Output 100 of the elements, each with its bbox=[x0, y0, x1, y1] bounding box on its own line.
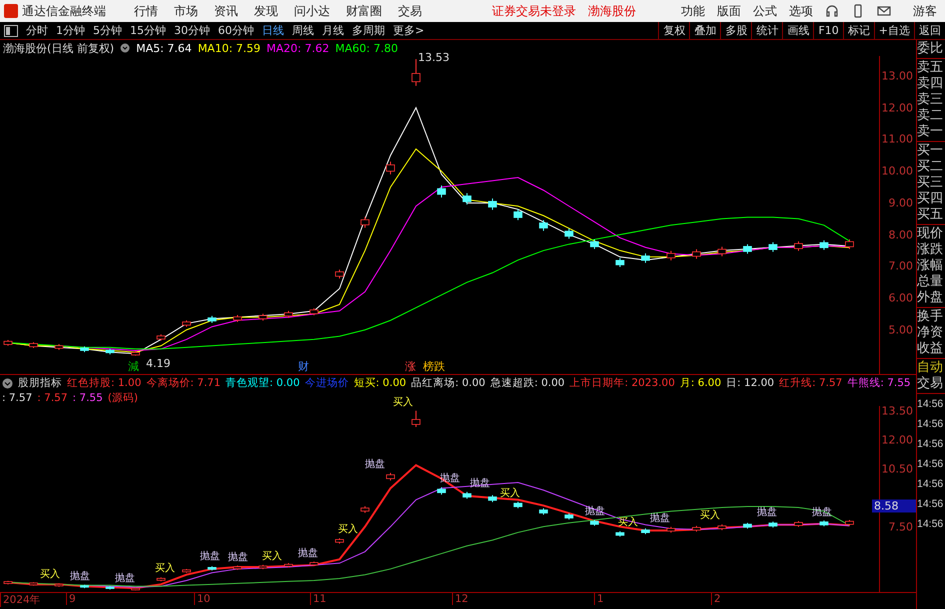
quote-field-label: 卖四 bbox=[917, 76, 944, 92]
sell-signal-label: 抛盘 bbox=[298, 548, 318, 559]
quote-field-label: 买三 bbox=[917, 175, 944, 191]
price-axis-label: 7.00 bbox=[888, 260, 913, 273]
toolbar-button[interactable]: 多股 bbox=[720, 22, 752, 40]
candle bbox=[182, 568, 191, 574]
price-axis-label: 13.00 bbox=[882, 69, 913, 82]
candle bbox=[488, 198, 497, 210]
candle bbox=[310, 561, 318, 566]
user-label[interactable]: 游客 bbox=[909, 2, 941, 20]
candle bbox=[335, 538, 344, 544]
date-axis-label: 2 bbox=[711, 593, 721, 605]
candle bbox=[29, 342, 38, 348]
panel-toggle-icon[interactable] bbox=[4, 24, 18, 36]
trade-time: 14:56 bbox=[917, 477, 944, 492]
period-tab[interactable]: 周线 bbox=[288, 23, 318, 38]
candle bbox=[4, 580, 12, 585]
event-tag: 榜跌 bbox=[423, 359, 445, 374]
period-tab[interactable]: 60分钟 bbox=[214, 23, 258, 38]
indicator-value: 急速超跌: 0.00 bbox=[490, 376, 565, 390]
settings-icon[interactable] bbox=[120, 43, 130, 53]
candle bbox=[106, 586, 114, 590]
sell-signal-label: 抛盘 bbox=[228, 552, 248, 563]
candle bbox=[4, 340, 12, 346]
login-status-link[interactable]: 证券交易未登录 bbox=[492, 2, 576, 20]
indicator-name: 股朋指标 bbox=[18, 376, 62, 390]
candle bbox=[54, 582, 64, 588]
menu-item[interactable]: 选项 bbox=[785, 2, 817, 20]
quote-field-label: 卖三 bbox=[917, 92, 944, 108]
period-tab[interactable]: 月线 bbox=[318, 23, 348, 38]
menu-item[interactable]: 资讯 bbox=[208, 2, 244, 20]
sell-signal-label: 抛盘 bbox=[200, 552, 220, 562]
buy-signal-label: 买入 bbox=[700, 511, 720, 522]
menu-item[interactable]: 市场 bbox=[168, 2, 204, 20]
candle bbox=[768, 521, 778, 528]
moving-average-value: MA5: 7.64 bbox=[136, 42, 192, 54]
buy-signal-label: 买入 bbox=[393, 398, 413, 408]
date-axis-label: 12 bbox=[452, 593, 468, 605]
menu-item[interactable]: 功能 bbox=[677, 2, 709, 20]
auto-trade-label: 交易 bbox=[917, 376, 944, 392]
indicator-value: 红升线: 7.57 bbox=[779, 376, 842, 390]
price-axis-label: 11.00 bbox=[882, 132, 913, 146]
menu-item[interactable]: 公式 bbox=[749, 2, 781, 20]
menu-item[interactable]: 版面 bbox=[713, 2, 745, 20]
period-tab[interactable]: 1分钟 bbox=[52, 23, 89, 38]
candle bbox=[514, 208, 522, 221]
candle bbox=[641, 528, 650, 535]
app-logo-icon bbox=[4, 4, 18, 18]
toolbar-button[interactable]: F10 bbox=[813, 22, 843, 40]
toolbar-button[interactable]: 画线 bbox=[782, 22, 814, 40]
period-tab[interactable]: 15分钟 bbox=[126, 23, 170, 38]
menu-item[interactable]: 交易 bbox=[392, 2, 428, 20]
candle bbox=[462, 491, 472, 500]
toolbar-button[interactable]: 统计 bbox=[751, 22, 782, 40]
candle bbox=[462, 192, 472, 206]
date-axis-label: 2024年 bbox=[0, 593, 41, 607]
candle bbox=[718, 524, 726, 531]
mail-icon[interactable] bbox=[877, 4, 891, 18]
toolbar-button[interactable]: 标记 bbox=[842, 22, 874, 40]
candle bbox=[258, 313, 268, 322]
candle bbox=[386, 472, 395, 482]
candle bbox=[539, 220, 548, 232]
toolbar-button[interactable]: +自选 bbox=[874, 22, 914, 40]
candle bbox=[412, 58, 420, 86]
quote-field-label: 买四 bbox=[917, 191, 944, 207]
period-tab[interactable]: 更多> bbox=[389, 23, 428, 38]
quote-field-label: 净资 bbox=[917, 325, 944, 341]
toolbar-button[interactable]: 叠加 bbox=[689, 22, 720, 40]
candle bbox=[718, 246, 726, 257]
trade-time: 14:56 bbox=[917, 497, 944, 512]
candle bbox=[616, 530, 624, 538]
buy-signal-label: 买入 bbox=[40, 570, 60, 580]
menu-item[interactable]: 财富圈 bbox=[340, 2, 388, 20]
menu-item[interactable]: 发现 bbox=[248, 2, 284, 20]
menu-item[interactable]: 行情 bbox=[128, 2, 164, 20]
candle bbox=[360, 216, 370, 228]
period-tab[interactable]: 分时 bbox=[22, 23, 52, 38]
quote-field-label: 外盘 bbox=[917, 290, 944, 306]
moving-average-value: MA10: 7.59 bbox=[198, 42, 261, 54]
candle bbox=[564, 512, 574, 520]
stock-name-link[interactable]: 渤海股份 bbox=[588, 2, 636, 20]
toolbar-button[interactable]: 复权 bbox=[658, 22, 690, 40]
candle bbox=[666, 250, 676, 261]
candle bbox=[335, 269, 344, 279]
quote-field-label: 买二 bbox=[917, 159, 944, 175]
headset-icon[interactable] bbox=[825, 4, 839, 18]
price-axis-label: 8.00 bbox=[888, 228, 913, 242]
source-code-link[interactable]: (源码) bbox=[108, 391, 138, 405]
trade-time: 14:56 bbox=[917, 397, 944, 412]
toolbar-button[interactable]: 返回 bbox=[914, 22, 945, 40]
indicator-value: 短买: 0.00 bbox=[354, 376, 406, 390]
app-title: 通达信金融终端 bbox=[22, 2, 106, 20]
menu-item[interactable]: 问小达 bbox=[288, 2, 336, 20]
period-tab[interactable]: 5分钟 bbox=[89, 23, 126, 38]
auto-trade-label: 自动 bbox=[917, 360, 944, 376]
chevron-down-icon[interactable] bbox=[2, 378, 13, 388]
period-tab[interactable]: 日线 bbox=[258, 23, 288, 38]
indicator-value: 月: 6.00 bbox=[680, 376, 722, 390]
period-tab[interactable]: 30分钟 bbox=[170, 23, 214, 38]
period-tab[interactable]: 多周期 bbox=[348, 23, 389, 38]
